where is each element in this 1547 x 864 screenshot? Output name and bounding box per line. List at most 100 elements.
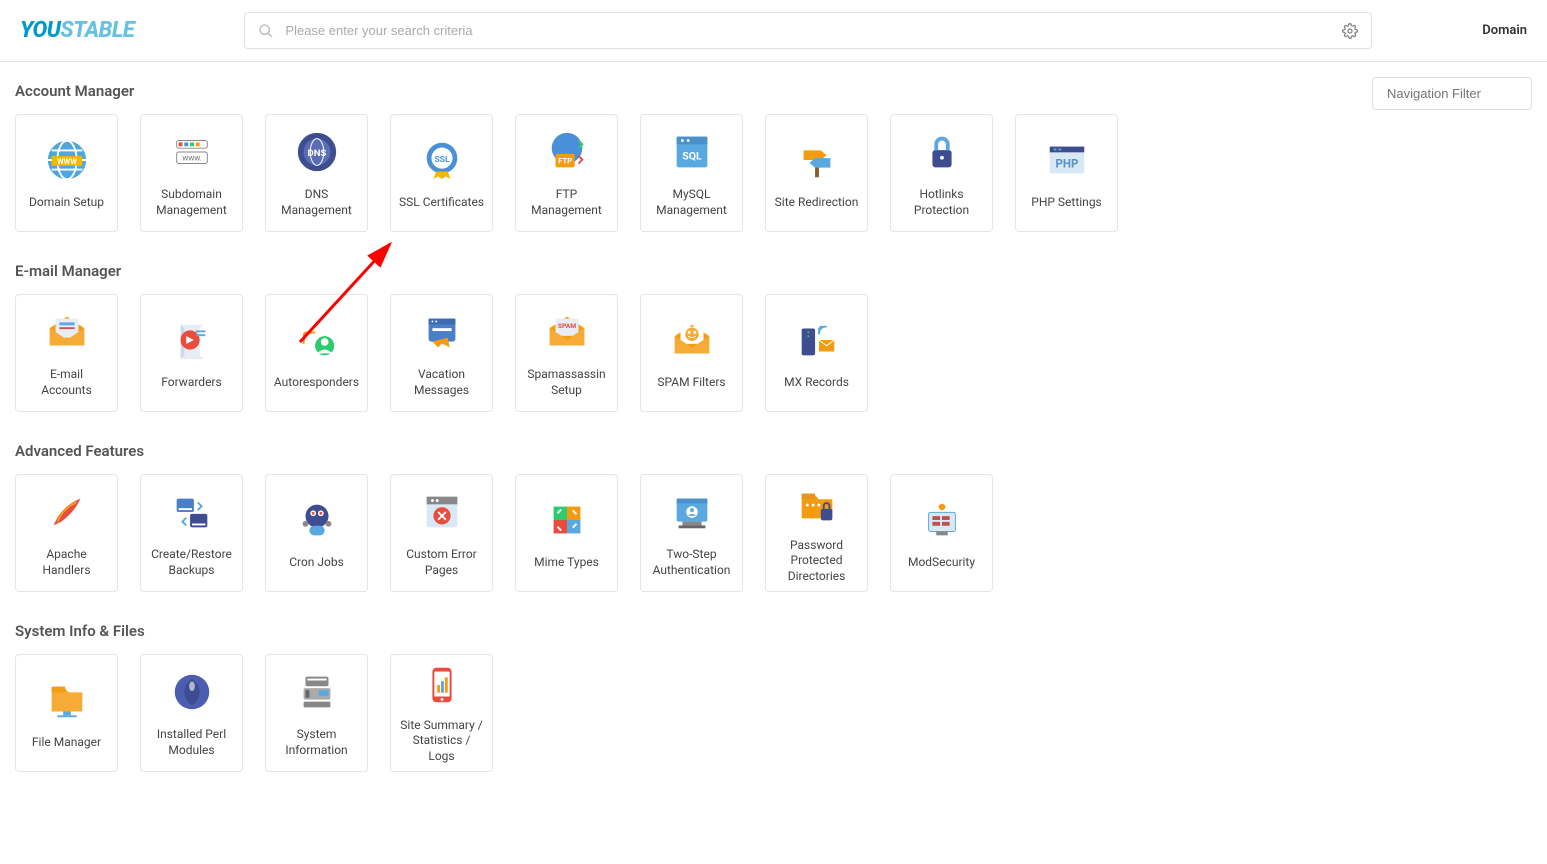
search-wrap: [244, 12, 1372, 49]
tile-modsecurity[interactable]: ModSecurity: [890, 474, 993, 592]
tile-custom-error-pages[interactable]: Custom Error Pages: [390, 474, 493, 592]
tile-label: Two-Step Authentication: [649, 547, 734, 578]
backups-icon: [167, 487, 217, 537]
password-dir-icon: [792, 482, 842, 528]
tile-apache-handlers[interactable]: Apache Handlers: [15, 474, 118, 592]
tile-spamassassin[interactable]: SPAM Spamassassin Setup: [515, 294, 618, 412]
tile-hotlinks-protection[interactable]: Hotlinks Protection: [890, 114, 993, 232]
tile-label: Apache Handlers: [24, 547, 109, 578]
tile-forwarders[interactable]: Forwarders: [140, 294, 243, 412]
tile-perl-modules[interactable]: Installed Perl Modules: [140, 654, 243, 772]
search-input[interactable]: [244, 12, 1372, 49]
tile-label: SPAM Filters: [657, 375, 725, 391]
modsecurity-icon: [917, 495, 967, 545]
tile-label: System Information: [274, 727, 359, 758]
tile-label: Hotlinks Protection: [899, 187, 984, 218]
gear-icon[interactable]: [1342, 23, 1358, 39]
tile-label: Autoresponders: [274, 375, 359, 391]
logo[interactable]: YOUSTABLE: [20, 18, 134, 43]
tile-label: Domain Setup: [29, 195, 104, 211]
tile-mime-types[interactable]: Mime Types: [515, 474, 618, 592]
php-icon: PHP: [1042, 135, 1092, 185]
grid: WWW Domain Setup WWW. Subdomain Manageme…: [15, 114, 1532, 232]
svg-text:SSL: SSL: [434, 155, 450, 165]
tile-domain-setup[interactable]: WWW Domain Setup: [15, 114, 118, 232]
vacation-icon: [417, 307, 467, 357]
tile-spam-filters[interactable]: SPAM Filters: [640, 294, 743, 412]
svg-text:FTP: FTP: [558, 157, 572, 166]
mime-icon: [542, 495, 592, 545]
tile-cron-jobs[interactable]: Cron Jobs: [265, 474, 368, 592]
grid: File Manager Installed Perl Modules Syst…: [15, 654, 1532, 772]
tile-label: Forwarders: [161, 375, 221, 391]
tile-mx-records[interactable]: MX Records: [765, 294, 868, 412]
tile-label: Subdomain Management: [149, 187, 234, 218]
apache-icon: [42, 487, 92, 537]
tile-label: MX Records: [784, 375, 849, 391]
tile-label: Custom Error Pages: [399, 547, 484, 578]
tile-label: Cron Jobs: [289, 555, 344, 571]
ssl-icon: SSL: [417, 135, 467, 185]
file-manager-icon: [42, 675, 92, 725]
tile-label: DNS Management: [274, 187, 359, 218]
svg-text:PHP: PHP: [1055, 157, 1078, 171]
tile-label: SSL Certificates: [399, 195, 484, 211]
nav-filter-wrap: [1372, 77, 1532, 110]
tile-ssl-certificates[interactable]: SSL SSL Certificates: [390, 114, 493, 232]
dns-icon: DNS: [292, 127, 342, 177]
tile-label: E-mail Accounts: [24, 367, 109, 398]
two-step-icon: [667, 487, 717, 537]
tile-system-information[interactable]: System Information: [265, 654, 368, 772]
svg-text:WWW: WWW: [56, 157, 76, 166]
grid: E-mail Accounts Forwarders Autoresponder…: [15, 294, 1532, 412]
section-system-info: System Info & Files File Manager Install…: [15, 622, 1532, 772]
section-title: System Info & Files: [15, 622, 1532, 640]
svg-text:WWW.: WWW.: [182, 155, 201, 163]
autoresponders-icon: [292, 315, 342, 365]
tile-create-restore-backups[interactable]: Create/Restore Backups: [140, 474, 243, 592]
tile-label: PHP Settings: [1031, 195, 1102, 211]
tile-label: Installed Perl Modules: [149, 727, 234, 758]
tile-dns-management[interactable]: DNS DNS Management: [265, 114, 368, 232]
spamassassin-icon: SPAM: [542, 307, 592, 357]
tile-php-settings[interactable]: PHP PHP Settings: [1015, 114, 1118, 232]
svg-text:SPAM: SPAM: [557, 323, 575, 331]
navigation-filter-input[interactable]: [1372, 77, 1532, 110]
svg-text:SQL: SQL: [682, 150, 702, 163]
tile-label: Create/Restore Backups: [149, 547, 234, 578]
tile-subdomain-management[interactable]: WWW. Subdomain Management: [140, 114, 243, 232]
domain-link[interactable]: Domain: [1482, 23, 1527, 38]
tile-two-step-auth[interactable]: Two-Step Authentication: [640, 474, 743, 592]
tile-email-accounts[interactable]: E-mail Accounts: [15, 294, 118, 412]
tile-label: Mime Types: [534, 555, 599, 571]
tile-password-protected[interactable]: Password Protected Directories: [765, 474, 868, 592]
tile-file-manager[interactable]: File Manager: [15, 654, 118, 772]
grid: Apache Handlers Create/Restore Backups C…: [15, 474, 1532, 592]
mysql-icon: SQL: [667, 127, 717, 177]
tile-label: FTP Management: [524, 187, 609, 218]
mx-records-icon: [792, 315, 842, 365]
content: Account Manager WWW Domain Setup WWW. Su…: [0, 62, 1547, 842]
tile-autoresponders[interactable]: Autoresponders: [265, 294, 368, 412]
forwarders-icon: [167, 315, 217, 365]
section-title: Account Manager: [15, 82, 1532, 100]
tile-site-redirection[interactable]: Site Redirection: [765, 114, 868, 232]
section-email-manager: E-mail Manager E-mail Accounts Forwarder…: [15, 262, 1532, 412]
domain-setup-icon: WWW: [42, 135, 92, 185]
tile-site-summary[interactable]: Site Summary / Statistics / Logs: [390, 654, 493, 772]
section-title: E-mail Manager: [15, 262, 1532, 280]
tile-ftp-management[interactable]: FTP FTP Management: [515, 114, 618, 232]
tile-label: Password Protected Directories: [774, 538, 859, 585]
tile-mysql-management[interactable]: SQL MySQL Management: [640, 114, 743, 232]
perl-icon: [167, 667, 217, 717]
error-pages-icon: [417, 487, 467, 537]
section-title: Advanced Features: [15, 442, 1532, 460]
search-icon: [258, 23, 274, 39]
tile-vacation-messages[interactable]: Vacation Messages: [390, 294, 493, 412]
ftp-icon: FTP: [542, 127, 592, 177]
section-account-manager: Account Manager WWW Domain Setup WWW. Su…: [15, 82, 1532, 232]
tile-label: File Manager: [32, 735, 101, 751]
redirection-icon: [792, 135, 842, 185]
tile-label: MySQL Management: [649, 187, 734, 218]
email-accounts-icon: [42, 307, 92, 357]
